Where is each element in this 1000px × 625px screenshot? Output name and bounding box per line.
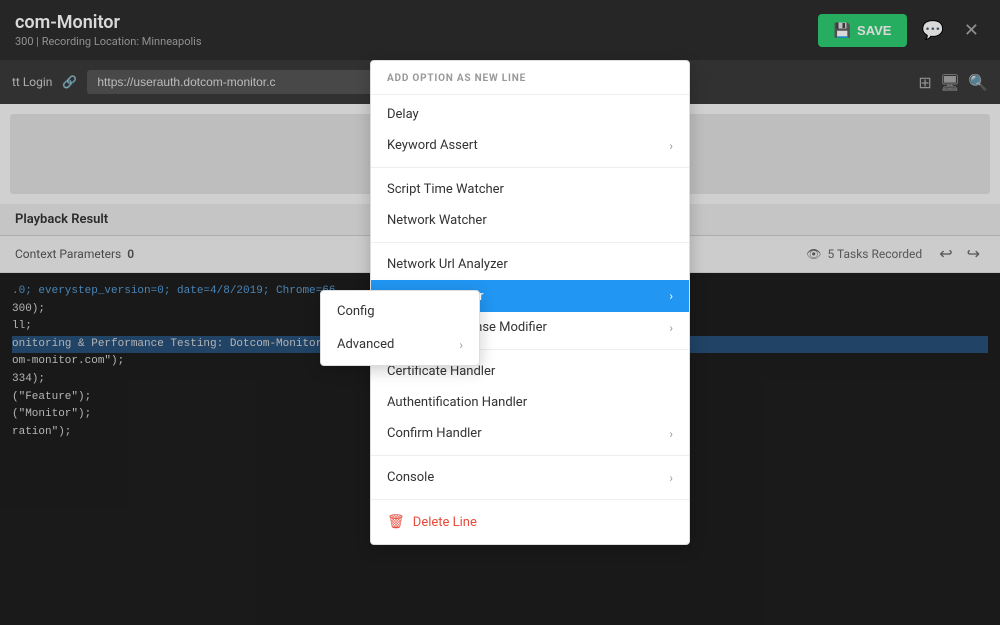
advanced-arrow: › xyxy=(459,338,463,352)
console-label: Console xyxy=(387,470,434,485)
menu-item-delete-left: 🗑 Delete Line xyxy=(387,514,477,530)
app-container: com-Monitor 300 | Recording Location: Mi… xyxy=(0,0,1000,625)
menu-item-ah-left: Authentification Handler xyxy=(387,395,527,410)
delete-line-label: Delete Line xyxy=(413,515,477,530)
menu-item-delay-left: Delay xyxy=(387,107,419,122)
separator-5 xyxy=(371,499,689,500)
network-response-modifier-arrow: › xyxy=(669,321,673,335)
separator-2 xyxy=(371,242,689,243)
network-watcher-label: Network Watcher xyxy=(387,213,487,228)
menu-item-nw-left: Network Watcher xyxy=(387,213,487,228)
submenu-item-config[interactable]: Config xyxy=(321,295,479,328)
console-arrow: › xyxy=(669,471,673,485)
separator-4 xyxy=(371,455,689,456)
menu-item-delete-line[interactable]: 🗑 Delete Line xyxy=(371,506,689,538)
network-url-analyzer-label: Network Url Analyzer xyxy=(387,257,508,272)
menu-item-network-url-analyzer[interactable]: Network Url Analyzer xyxy=(371,249,689,280)
menu-header: ADD OPTION AS NEW LINE xyxy=(371,67,689,95)
menu-item-keyword-assert[interactable]: Keyword Assert › xyxy=(371,130,689,161)
menu-item-ch-left: Certificate Handler xyxy=(387,364,495,379)
menu-item-stw-left: Script Time Watcher xyxy=(387,182,504,197)
menu-item-confirm-left: Confirm Handler xyxy=(387,426,482,441)
menu-item-script-time-watcher[interactable]: Script Time Watcher xyxy=(371,174,689,205)
menu-item-console[interactable]: Console › xyxy=(371,462,689,493)
network-filter-arrow: › xyxy=(669,289,673,303)
keyword-assert-arrow: › xyxy=(669,139,673,153)
menu-item-keyword-left: Keyword Assert xyxy=(387,138,478,153)
certificate-handler-label: Certificate Handler xyxy=(387,364,495,379)
menu-item-delay[interactable]: Delay xyxy=(371,99,689,130)
menu-item-network-watcher[interactable]: Network Watcher xyxy=(371,205,689,236)
submenu-item-advanced[interactable]: Advanced › xyxy=(321,328,479,361)
script-time-watcher-label: Script Time Watcher xyxy=(387,182,504,197)
menu-item-confirm-handler[interactable]: Confirm Handler › xyxy=(371,418,689,449)
advanced-label: Advanced xyxy=(337,337,394,352)
separator-1 xyxy=(371,167,689,168)
menu-item-authentification-handler[interactable]: Authentification Handler xyxy=(371,387,689,418)
menu-item-nua-left: Network Url Analyzer xyxy=(387,257,508,272)
submenu: Config Advanced › xyxy=(320,290,480,366)
delay-label: Delay xyxy=(387,107,419,122)
authentification-handler-label: Authentification Handler xyxy=(387,395,527,410)
menu-item-console-left: Console xyxy=(387,470,434,485)
confirm-handler-arrow: › xyxy=(669,427,673,441)
config-label: Config xyxy=(337,304,375,319)
keyword-assert-label: Keyword Assert xyxy=(387,138,478,153)
confirm-handler-label: Confirm Handler xyxy=(387,426,482,441)
trash-icon: 🗑 xyxy=(387,514,405,530)
